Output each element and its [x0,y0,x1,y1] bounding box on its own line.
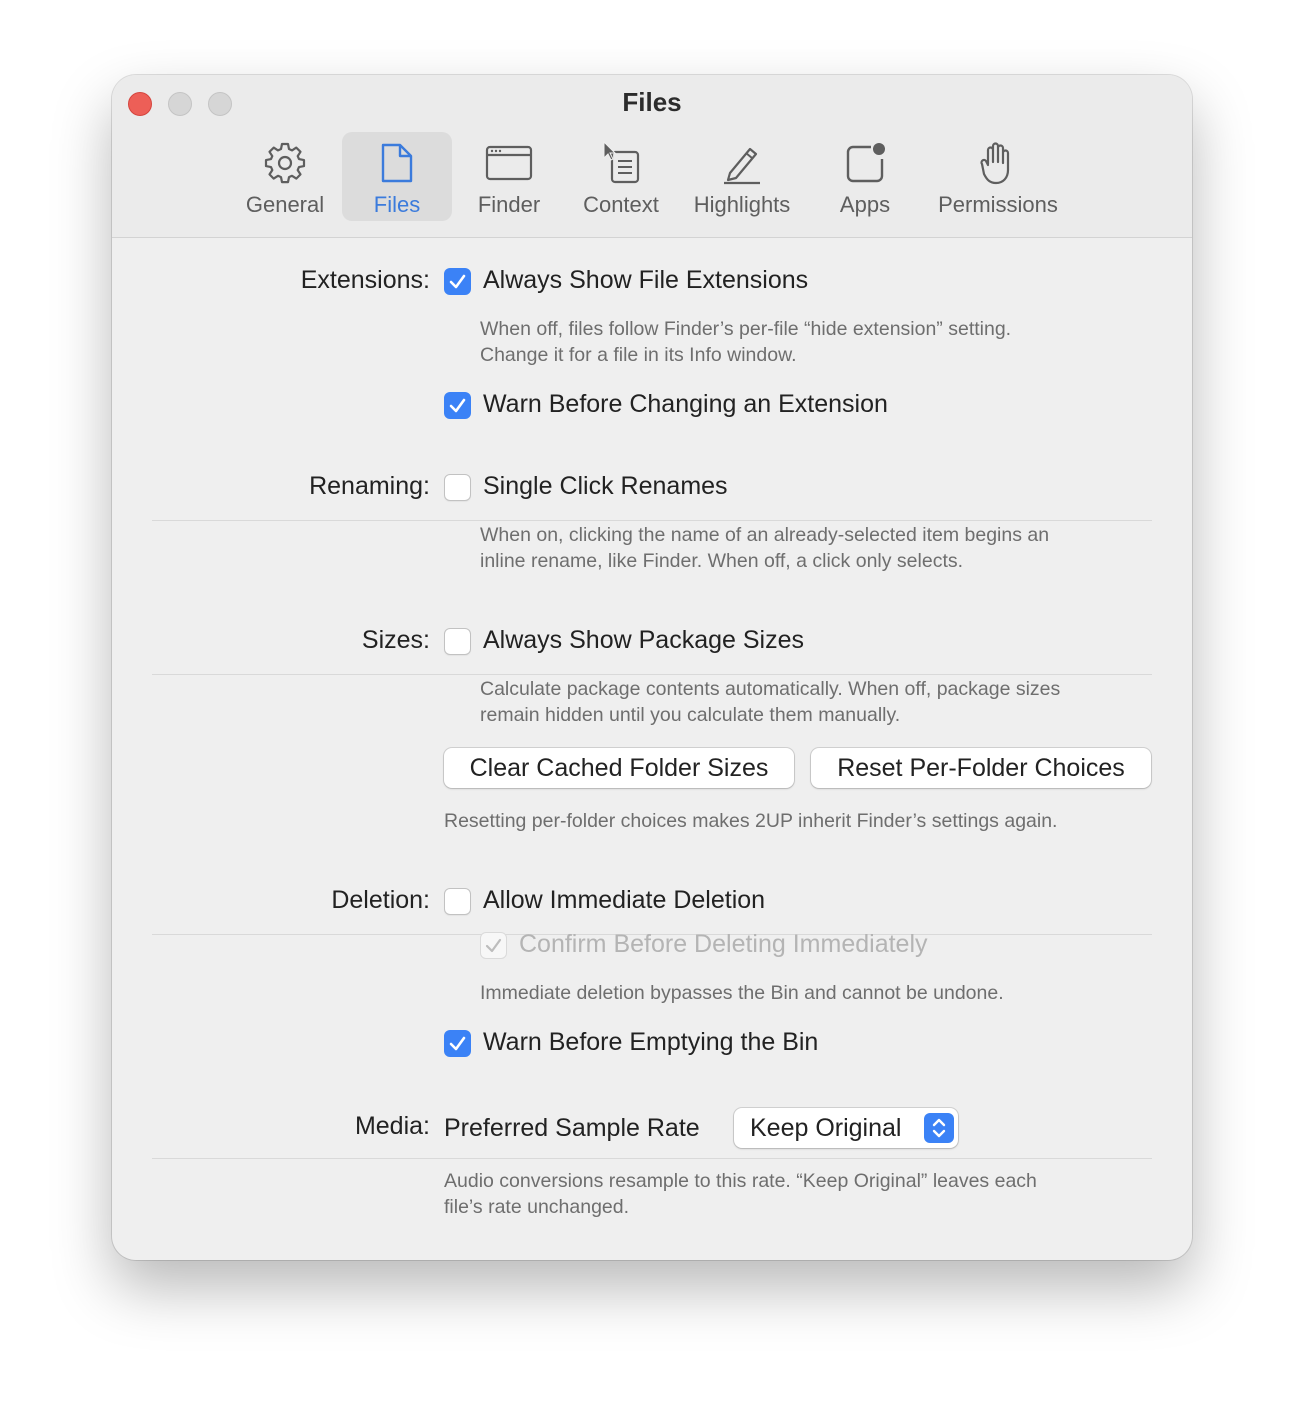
description-line: file’s rate unchanged. [444,1196,630,1218]
sizes-label: Sizes: [361,626,430,654]
reset-per-folder-choices-button[interactable]: Reset Per-Folder Choices [811,748,1151,788]
description-line: When off, files follow Finder’s per-file… [480,318,1012,340]
warn-emptying-bin-label[interactable]: Warn Before Emptying the Bin [483,1028,818,1057]
package-sizes-label[interactable]: Always Show Package Sizes [483,626,804,655]
context-menu-icon [593,138,649,188]
tab-label: Highlights [693,192,791,217]
confirm-immediate-deletion-label: Confirm Before Deleting Immediately [519,930,928,958]
deletion-description: Immediate deletion bypasses the Bin and … [480,982,1004,1004]
description-line: When on, clicking the name of an already… [480,524,1050,546]
tab-label: Files [373,192,421,217]
tab-finder[interactable]: Finder [454,132,564,221]
app-badge-icon [837,138,893,188]
renaming-label: Renaming: [309,472,430,500]
confirm-immediate-deletion-checkbox [480,932,507,959]
preferences-window: Files General Files Finder Context Highl… [112,75,1192,1260]
allow-immediate-deletion-checkbox[interactable] [444,888,471,915]
tab-label: Context [583,192,659,217]
warn-change-extension-checkbox[interactable] [444,392,471,419]
tab-files[interactable]: Files [342,132,452,221]
description-line: remain hidden until you calculate them m… [480,704,901,726]
media-label: Media: [354,1112,430,1140]
reset-note: Resetting per-folder choices makes 2UP i… [444,810,1058,832]
tab-label: Apps [839,192,891,217]
clear-cached-folder-sizes-button[interactable]: Clear Cached Folder Sizes [444,748,794,788]
always-show-extensions-label[interactable]: Always Show File Extensions [483,266,808,295]
tab-label: Finder [477,192,541,217]
document-icon [369,138,425,188]
single-click-renames-label[interactable]: Single Click Renames [483,472,728,501]
tab-label: Permissions [938,192,1058,217]
chevron-updown-icon [924,1113,954,1143]
description-line: Calculate package contents automatically… [480,678,1061,700]
title-bar: Files General Files Finder Context Highl… [112,75,1192,238]
media-description: Audio conversions resample to this rate.… [444,1168,1037,1220]
section-divider [152,520,1152,521]
section-divider [152,1158,1152,1159]
section-divider [152,674,1152,675]
tab-highlights[interactable]: Highlights [686,132,798,221]
tab-permissions[interactable]: Permissions [928,132,1068,221]
extensions-label: Extensions: [300,266,430,294]
warn-change-extension-label[interactable]: Warn Before Changing an Extension [483,390,888,419]
description-line: inline rename, like Finder. When off, a … [480,550,964,572]
description-line: Change it for a file in its Info window. [480,344,797,366]
sizes-description: Calculate package contents automatically… [480,676,1060,728]
window-icon [481,138,537,188]
window-title: Files [622,87,682,117]
gear-icon [257,138,313,188]
sample-rate-popup[interactable]: Keep Original [734,1108,958,1148]
hand-icon [970,138,1026,188]
always-show-extensions-checkbox[interactable] [444,268,471,295]
pencil-icon [714,138,770,188]
sample-rate-label: Preferred Sample Rate [444,1114,700,1142]
description-line: Audio conversions resample to this rate.… [444,1170,1037,1192]
single-click-renames-checkbox[interactable] [444,474,471,501]
allow-immediate-deletion-label[interactable]: Allow Immediate Deletion [483,886,765,915]
renaming-description: When on, clicking the name of an already… [480,522,1049,574]
deletion-label: Deletion: [331,886,430,914]
warn-emptying-bin-checkbox[interactable] [444,1030,471,1057]
extensions-description: When off, files follow Finder’s per-file… [480,316,1011,368]
tab-label: General [245,192,325,217]
sample-rate-value: Keep Original [750,1114,902,1142]
tab-apps[interactable]: Apps [812,132,918,221]
package-sizes-checkbox[interactable] [444,628,471,655]
tab-general[interactable]: General [230,132,340,221]
tab-context[interactable]: Context [566,132,676,221]
